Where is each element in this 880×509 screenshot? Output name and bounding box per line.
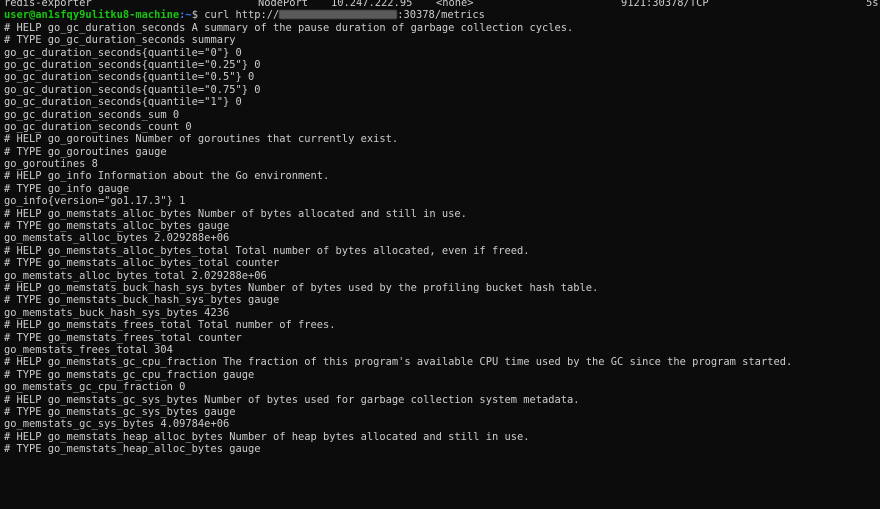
terminal-output: redis-exporter NodePort 10.247.222.95 <n…: [4, 0, 880, 455]
service-external-ip: <none>: [436, 0, 474, 9]
command-text-end: :30378/metrics: [397, 9, 485, 22]
output-line: go_info{version="go1.17.3"} 1: [4, 195, 186, 208]
metrics-output: # HELP go_gc_duration_seconds A summary …: [4, 22, 880, 456]
output-line: # HELP go_memstats_alloc_bytes Number of…: [4, 207, 467, 220]
prompt-symbol: $: [191, 9, 205, 22]
output-line: # TYPE go_gc_duration_seconds summary: [4, 34, 236, 47]
output-line: # TYPE go_memstats_gc_cpu_fraction gauge: [4, 368, 255, 381]
output-line: # HELP go_memstats_alloc_bytes_total Tot…: [4, 244, 530, 257]
output-line: go_gc_duration_seconds{quantile="0"} 0: [4, 46, 242, 59]
terminal-window[interactable]: redis-exporter NodePort 10.247.222.95 <n…: [0, 0, 880, 509]
output-line: # TYPE go_memstats_frees_total counter: [4, 331, 242, 344]
output-line: # TYPE go_memstats_alloc_bytes_total cou…: [4, 257, 280, 270]
output-line: go_memstats_gc_sys_bytes 4.09784e+06: [4, 418, 230, 431]
service-name: redis-exporter: [4, 0, 92, 9]
output-line: # HELP go_memstats_frees_total Total num…: [4, 319, 336, 332]
output-line: # HELP go_info Information about the Go …: [4, 170, 330, 183]
service-ports: 9121:30378/TCP: [621, 0, 709, 9]
output-line: go_gc_duration_seconds_sum 0: [4, 108, 180, 121]
output-line: go_gc_duration_seconds_count 0: [4, 120, 192, 133]
command-text-start: curl http://: [204, 9, 280, 22]
output-line: go_gc_duration_seconds{quantile="0.5"} 0: [4, 71, 255, 84]
output-line: go_gc_duration_seconds{quantile="1"} 0: [4, 96, 242, 109]
output-line: # TYPE go_memstats_heap_alloc_bytes gaug…: [4, 443, 261, 456]
output-line: go_goroutines 8: [4, 158, 98, 171]
redacted-ip-block: [279, 10, 398, 20]
service-cluster-ip: 10.247.222.95: [331, 0, 413, 9]
output-line: # HELP go_goroutines Number of goroutine…: [4, 133, 399, 146]
service-list-row: redis-exporter NodePort 10.247.222.95 <n…: [4, 0, 880, 9]
output-line: # TYPE go_goroutines gauge: [4, 145, 167, 158]
output-line: # TYPE go_memstats_buck_hash_sys_bytes g…: [4, 294, 280, 307]
output-line: go_memstats_frees_total 304: [4, 343, 173, 356]
output-line: # HELP go_memstats_gc_sys_bytes Number o…: [4, 393, 580, 406]
output-line: # HELP go_memstats_buck_hash_sys_bytes N…: [4, 281, 599, 294]
command-prompt-line: user@an1sfqy9ulitku8-machine:~$ curl htt…: [4, 9, 880, 21]
output-line: # HELP go_memstats_gc_cpu_fraction The f…: [4, 356, 793, 369]
output-line: # TYPE go_memstats_gc_sys_bytes gauge: [4, 405, 236, 418]
output-line: # TYPE go_memstats_alloc_bytes gauge: [4, 220, 230, 233]
prompt-user-host: user@an1sfqy9ulitku8-machine: [4, 9, 180, 22]
service-age: 5s: [866, 0, 879, 9]
output-line: go_memstats_gc_cpu_fraction 0: [4, 381, 186, 394]
prompt-path: :~: [179, 9, 192, 22]
service-type: NodePort: [258, 0, 309, 9]
output-line: go_memstats_alloc_bytes_total 2.029288e+…: [4, 269, 267, 282]
output-line: # HELP go_memstats_heap_alloc_bytes Numb…: [4, 430, 530, 443]
output-line: go_gc_duration_seconds{quantile="0.75"} …: [4, 83, 261, 96]
output-line: go_memstats_buck_hash_sys_bytes 4236: [4, 306, 230, 319]
output-line: # HELP go_gc_duration_seconds A summary …: [4, 21, 574, 34]
output-line: # TYPE go_info gauge: [4, 182, 130, 195]
output-line: go_memstats_alloc_bytes 2.029288e+06: [4, 232, 230, 245]
output-line: go_gc_duration_seconds{quantile="0.25"} …: [4, 58, 261, 71]
